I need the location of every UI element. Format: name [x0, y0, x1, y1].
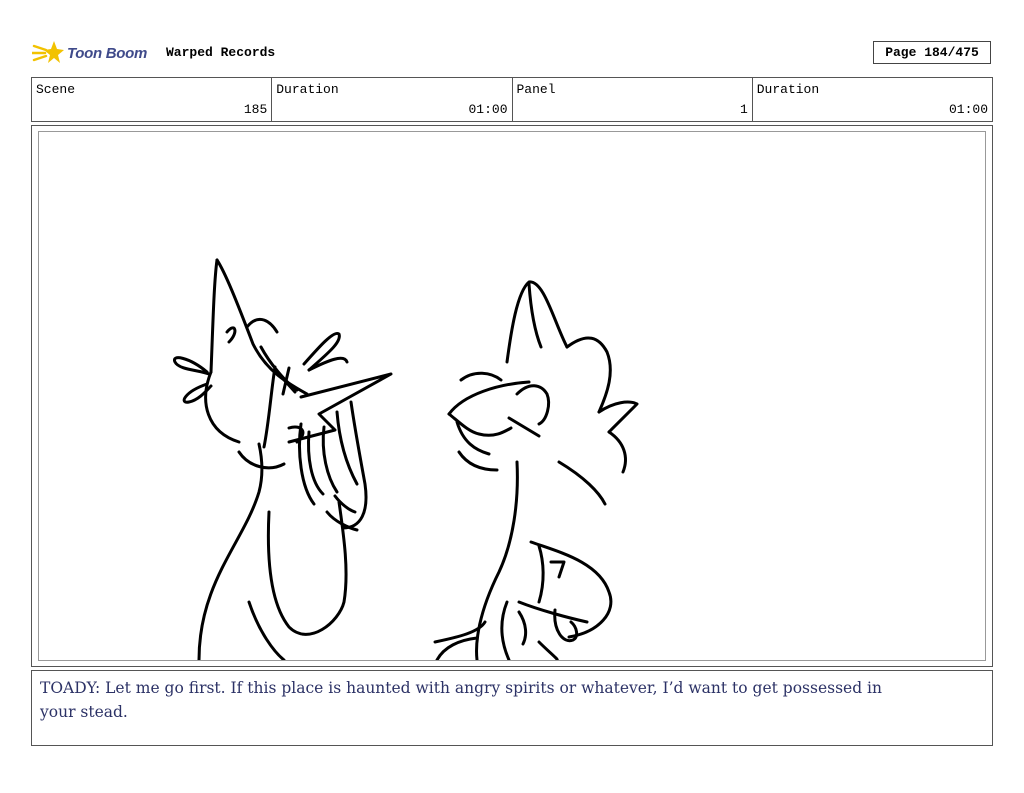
panel-cell: Panel 1 [513, 78, 753, 121]
page-number: Page 184/475 [873, 41, 991, 64]
storyboard-sketch [172, 258, 639, 660]
scene-info-table: Scene 185 Duration 01:00 Panel 1 Duratio… [31, 77, 993, 122]
logo-text: Toon Boom [67, 44, 148, 62]
panel-label: Panel [516, 82, 556, 97]
left-character-sketch [172, 258, 393, 660]
dialogue-box: TOADY: Let me go first. If this place is… [31, 670, 993, 746]
scene-cell: Scene 185 [32, 78, 273, 121]
panel-duration-label: Duration [756, 82, 820, 97]
scene-duration-cell: Duration 01:00 [272, 78, 513, 121]
project-title: Warped Records [166, 45, 276, 60]
panel-duration-cell: Duration 01:00 [753, 78, 992, 121]
panel-duration-value: 01:00 [948, 102, 988, 117]
right-character-sketch [433, 280, 639, 660]
storyboard-panel-frame [31, 125, 993, 667]
storyboard-panel [38, 131, 986, 661]
toon-boom-logo: Toon Boom [32, 38, 157, 68]
scene-duration-label: Duration [276, 82, 339, 97]
panel-value: 1 [739, 102, 748, 117]
dialogue-text: TOADY: Let me go first. If this place is… [40, 679, 882, 721]
scene-label: Scene [36, 82, 76, 97]
scene-value: 185 [243, 102, 268, 117]
star-burst-icon [32, 41, 64, 63]
scene-duration-value: 01:00 [468, 102, 508, 117]
